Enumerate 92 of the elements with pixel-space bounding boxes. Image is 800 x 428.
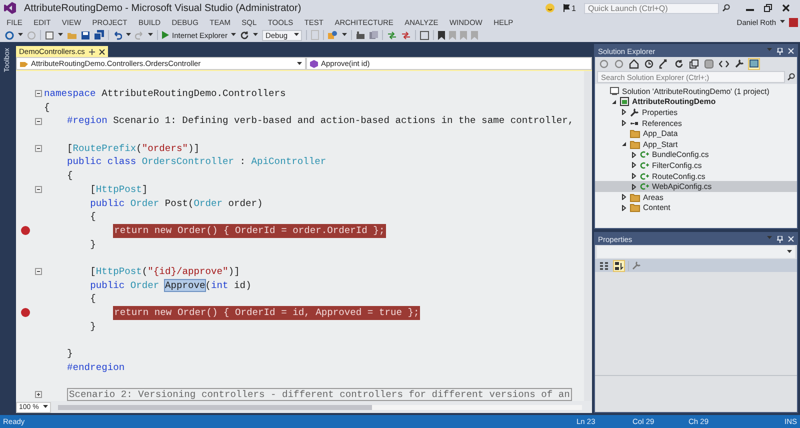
caret-icon[interactable]	[148, 33, 153, 37]
breakpoint-icon[interactable]	[20, 226, 30, 236]
code-line: #endregion	[67, 360, 125, 374]
app-logo-icon	[4, 2, 16, 14]
avatar-icon[interactable]	[789, 18, 798, 26]
window-title: AttributeRoutingDemo - Microsoft Visual Studio (Administrator)	[24, 2, 302, 14]
expanded-arrow-icon[interactable]	[621, 141, 627, 148]
search-icon[interactable]	[722, 4, 730, 12]
caret-icon	[787, 250, 792, 254]
close-icon[interactable]	[98, 48, 105, 54]
back-icon[interactable]	[5, 30, 14, 40]
caret-icon[interactable]	[126, 33, 131, 37]
save-icon[interactable]	[81, 30, 90, 40]
flag-icon[interactable]	[562, 4, 570, 12]
csharp-file-icon	[640, 150, 649, 160]
class-icon	[20, 60, 28, 68]
collapsed-arrow-icon[interactable]	[621, 204, 627, 211]
collapsed-region[interactable]: Scenario 2: Versioning controllers - different controllers for different versions of an	[67, 388, 572, 402]
notification-count: 1	[572, 4, 576, 12]
collapse-all-icon[interactable]	[688, 58, 700, 70]
save-all-icon[interactable]	[94, 30, 104, 40]
collapsed-arrow-icon[interactable]	[631, 173, 637, 180]
vertical-scrollbar[interactable]	[584, 71, 592, 401]
search-icon[interactable]	[787, 73, 795, 81]
caret-icon[interactable]	[58, 33, 63, 37]
code-line: namespace AttributeRoutingDemo.Controllers	[44, 87, 286, 101]
clock-icon[interactable]	[643, 58, 655, 70]
code-line: {	[90, 210, 96, 224]
collapsed-arrow-icon[interactable]	[631, 162, 637, 168]
method-icon	[310, 60, 318, 68]
solution-icon	[610, 86, 619, 96]
code-line: public Order Approve(int id)	[90, 278, 252, 292]
code-line: #region Scenario 1: Defining verb-based and action-based actions in the same controller,	[67, 114, 574, 128]
quick-launch-field[interactable]: Quick Launch (Ctrl+Q)	[584, 2, 719, 14]
new-project-icon[interactable]	[45, 30, 54, 40]
csharp-file-icon	[640, 182, 649, 192]
project-icon	[620, 97, 629, 106]
collapsed-arrow-icon[interactable]	[631, 184, 637, 190]
arrows-icon[interactable]	[387, 30, 398, 40]
refresh-icon[interactable]	[673, 58, 685, 70]
collapse-icon[interactable]	[34, 268, 42, 276]
csharp-file-icon	[640, 172, 649, 181]
back-icon[interactable]	[598, 58, 610, 70]
breakpoint-icon[interactable]	[20, 308, 30, 318]
caret-icon	[42, 405, 48, 409]
caret-icon[interactable]	[231, 33, 236, 37]
code-line: {	[90, 292, 96, 306]
collapsed-arrow-icon[interactable]	[621, 194, 627, 200]
alphabetical-icon[interactable]	[613, 260, 625, 272]
preview-icon[interactable]	[748, 58, 760, 70]
play-icon	[162, 31, 169, 39]
collapse-icon[interactable]	[34, 145, 42, 152]
code-line: {	[67, 169, 73, 183]
code-line: [HttpPost]	[90, 182, 148, 196]
caret-icon[interactable]	[342, 33, 348, 37]
expanded-arrow-icon[interactable]	[611, 98, 617, 105]
code-line: public class OrdersController : ApiController	[67, 155, 326, 170]
caret-icon[interactable]	[18, 33, 23, 37]
wrench-icon	[630, 108, 639, 117]
collapsed-arrow-icon[interactable]	[631, 152, 637, 158]
collapsed-arrow-icon[interactable]	[621, 109, 627, 116]
horizontal-scrollbar[interactable]	[58, 404, 582, 410]
collapse-icon[interactable]	[34, 90, 42, 98]
code-line: }	[90, 320, 96, 334]
home-icon[interactable]	[628, 58, 640, 70]
pin-icon[interactable]	[88, 48, 95, 54]
code-line: public Order Post(Order order)	[90, 196, 263, 210]
csharp-file-icon	[640, 160, 649, 170]
caret-icon[interactable]	[253, 33, 258, 37]
code-line: [HttpPost("{id}/approve")]	[90, 264, 240, 279]
restore-icon[interactable]	[764, 4, 772, 12]
close-icon[interactable]	[782, 4, 790, 12]
wrench-icon[interactable]	[733, 58, 745, 70]
caret-icon	[297, 62, 302, 66]
bookmark-window-icon[interactable]	[356, 30, 366, 40]
find-icon[interactable]	[328, 30, 338, 40]
code-line: {	[44, 100, 50, 114]
code-line: [RoutePrefix("orders")]	[67, 142, 200, 156]
categorized-icon[interactable]	[598, 260, 610, 272]
refresh-icon[interactable]	[240, 30, 250, 40]
smiley-icon[interactable]	[544, 3, 555, 13]
code-line: }	[67, 347, 73, 361]
undo-icon[interactable]	[113, 30, 122, 40]
collapse-icon[interactable]	[34, 186, 42, 194]
expand-icon[interactable]	[34, 391, 42, 398]
arrows-icon[interactable]	[401, 30, 412, 40]
collapsed-arrow-icon[interactable]	[621, 120, 627, 126]
code-line: }	[90, 238, 96, 252]
caret-icon[interactable]	[780, 20, 785, 24]
window-icon[interactable]	[420, 30, 430, 40]
caret-icon	[294, 33, 300, 37]
collapse-icon[interactable]	[34, 118, 42, 125]
